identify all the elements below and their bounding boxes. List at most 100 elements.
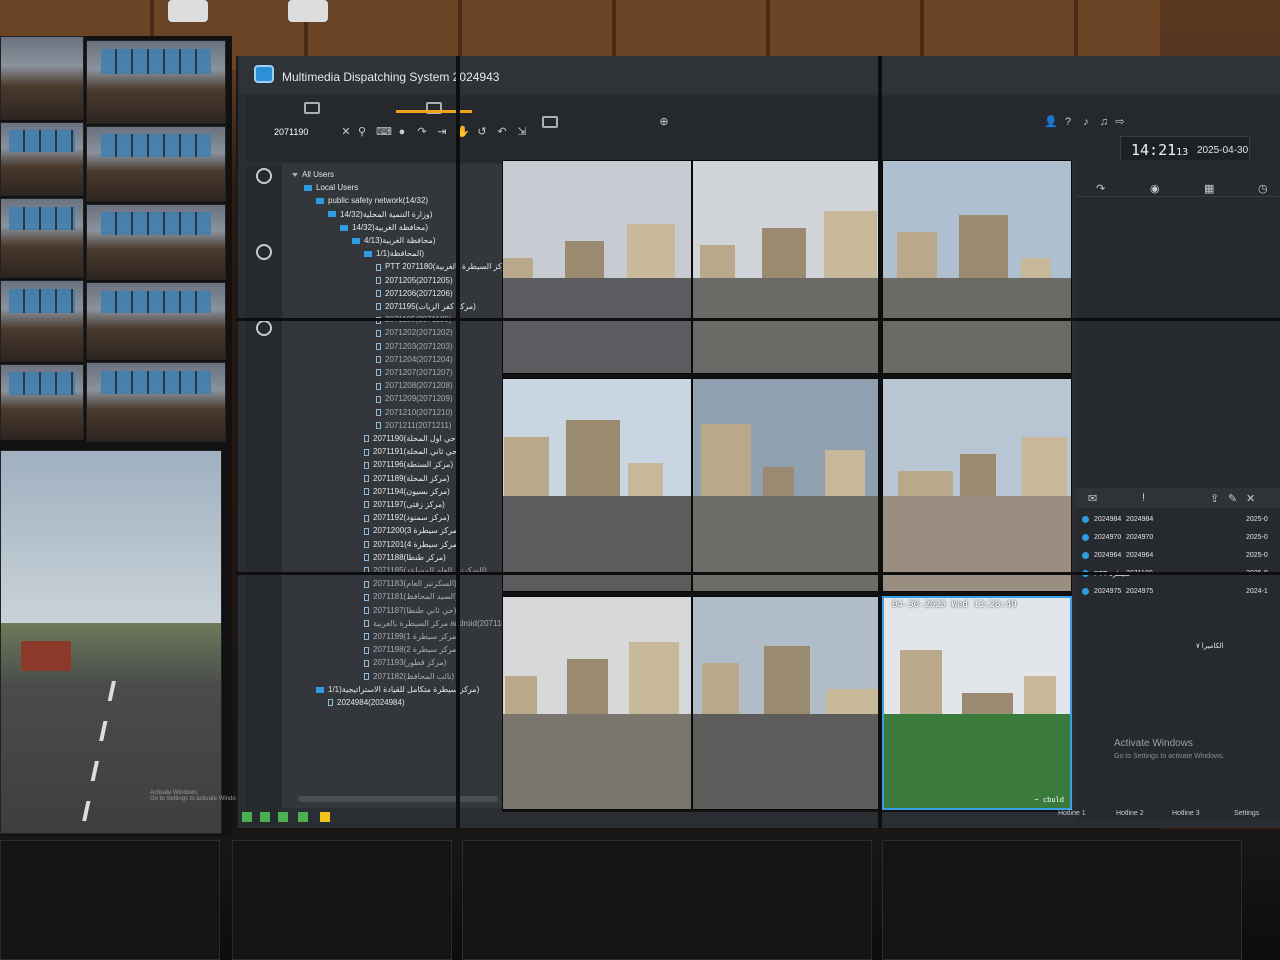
tree-node[interactable]: 2024984(2024984) — [328, 698, 405, 707]
device-icon — [364, 448, 369, 456]
search-icon[interactable]: ⚲ — [356, 126, 368, 138]
camera-feed[interactable] — [882, 160, 1072, 374]
tree-node[interactable]: 2071192(مركز سمنود) — [364, 513, 449, 522]
cctv-tile — [86, 40, 226, 124]
close-icon[interactable]: ✕ — [340, 126, 352, 138]
undo-icon[interactable]: ↶ — [496, 126, 508, 138]
help-icon[interactable]: ? — [1062, 116, 1074, 128]
device-icon — [364, 580, 369, 588]
list-item[interactable]: 2024970 2024970 2025-0 — [1076, 530, 1280, 547]
message-icon[interactable]: ✉ — [1088, 492, 1102, 505]
tree-node-label: 2071183(السكرتير العام) — [373, 579, 457, 589]
tree-node[interactable]: 2071193(مركز قطور) — [364, 658, 446, 667]
list-item-id: 2024970 — [1094, 534, 1122, 541]
tree-node[interactable]: 14/32)محافظة الغربية) — [340, 223, 428, 232]
tree-node[interactable]: 2071181(السيد المحافظ) — [364, 592, 458, 601]
tree-node[interactable]: 2071207(2071207) — [376, 368, 453, 377]
tree-node[interactable]: 2071206(2071206) — [376, 289, 453, 298]
add-tab-icon[interactable]: ⊕ — [658, 116, 670, 128]
monitor-tab-icon[interactable] — [542, 116, 558, 128]
contacts-icon[interactable] — [256, 320, 272, 336]
tree-node[interactable]: 2071197(مركز زفتى) — [364, 500, 445, 509]
app-logo-icon — [254, 65, 274, 83]
export-icon[interactable]: ⇪ — [1210, 492, 1224, 505]
tree-node[interactable]: PTT 2071180(مركز السيطرة بالغربية) — [376, 262, 512, 271]
hotline-3-button[interactable]: Hotline 3 — [1172, 810, 1200, 817]
tree-node[interactable]: 4/13)محافظة الغربية) — [352, 236, 436, 245]
list-item[interactable]: 2024964 2024964 2025-0 — [1076, 548, 1280, 565]
tree-node[interactable]: Local Users — [304, 183, 358, 192]
tree-node[interactable]: 2071194(مركز بسيون) — [364, 487, 450, 496]
tree-node[interactable]: 2071199(مركز سيطرة 1) — [364, 632, 459, 641]
tree-node[interactable]: 2071202(2071202) — [376, 328, 453, 337]
tree-node[interactable]: public safety network(14/32) — [316, 196, 428, 205]
tree-node[interactable]: 2071188(مركز طنطا) — [364, 553, 446, 562]
call-tab-icon[interactable]: ↷ — [1096, 182, 1110, 195]
tree-node[interactable]: 2071183(السكرتير العام) — [364, 579, 457, 588]
hangup-icon[interactable]: ↺ — [476, 126, 488, 138]
user-icon[interactable] — [256, 168, 272, 184]
tree-node[interactable]: 2071201(مركز سيطرة 4) — [364, 540, 460, 549]
send-icon[interactable]: ✎ — [1228, 492, 1242, 505]
bezel — [878, 56, 882, 828]
settings-button[interactable]: Settings — [1234, 810, 1259, 817]
tree-node[interactable]: 2071211(2071211) — [376, 421, 451, 430]
tree-node[interactable]: 2071203(2071203) — [376, 342, 453, 351]
call-icon[interactable]: ↷ — [416, 126, 428, 138]
hotline-1-button[interactable]: Hotline 1 — [1058, 810, 1086, 817]
keyboard-icon[interactable]: ⌨ — [376, 126, 392, 138]
tree-node-label: 2071210(2071210) — [385, 407, 453, 417]
exit-icon[interactable]: ⇲ — [516, 126, 528, 138]
tree-node[interactable]: 2071209(2071209) — [376, 394, 453, 403]
user-group-icon[interactable]: 👤 — [1044, 116, 1058, 128]
tree-node[interactable]: 2071182(نائب المحافظ) — [364, 672, 454, 681]
camera-feed[interactable]: 04-30-2025 Wed 13:28:49 ~ cbuld — [882, 596, 1072, 810]
logout-icon[interactable]: ⇨ — [1114, 116, 1126, 128]
tree-node[interactable]: 2071210(2071210) — [376, 408, 453, 417]
tree-node[interactable]: 2071208(2071208) — [376, 381, 453, 390]
tree-node-label: 2071191(حي ثاني المحلة) — [373, 447, 460, 457]
tree-scrollbar[interactable] — [298, 796, 498, 802]
list-item[interactable]: 2024984 2024984 2025-0 — [1076, 512, 1280, 529]
tree-node[interactable]: 2071196(مركز السنطة) — [364, 460, 453, 469]
tree-node[interactable]: 2071198(مركز سيطرة 2) — [364, 645, 459, 654]
tree-node[interactable]: 2071189(مركز المحلة) — [364, 474, 449, 483]
camera-feed[interactable] — [692, 160, 882, 374]
camera-feed[interactable] — [692, 378, 882, 592]
camera-feed[interactable] — [502, 160, 692, 374]
layout-tab-icon[interactable]: ▦ — [1204, 182, 1218, 195]
tree-node[interactable]: 2071190(حي اول المحلة) — [364, 434, 458, 443]
list-item[interactable]: 2024975 2024975 2024-1 — [1076, 584, 1280, 601]
tree-node[interactable]: 14/32)وزارة التنمية المحلية) — [328, 210, 432, 219]
tree-node[interactable]: 2071200(مركز سيطرة 3) — [364, 526, 460, 535]
tree-node[interactable]: مركز السيطرة بالغربية android(2071184) — [364, 619, 512, 628]
hotline-2-button[interactable]: Hotline 2 — [1116, 810, 1144, 817]
alert-icon[interactable]: ! — [1142, 492, 1156, 504]
camera-feed[interactable] — [502, 596, 692, 810]
camera-feed[interactable] — [882, 378, 1072, 592]
tree-node-label: 2071196(مركز السنطة) — [373, 460, 454, 470]
resources-tab-icon[interactable] — [304, 102, 320, 114]
history-tab-icon[interactable]: ◷ — [1258, 182, 1272, 195]
tree-node-label: 2071198(مركز سيطرة 2) — [373, 645, 459, 655]
map-icon[interactable] — [256, 244, 272, 260]
tree-node[interactable]: 1/1)مركز سيطرة متكامل للقيادة الاستراتيج… — [316, 685, 479, 694]
tree-node[interactable]: 2071187(حي ثاني طنطا) — [364, 606, 456, 615]
tree-node[interactable]: 2071191(حي ثاني المحلة) — [364, 447, 460, 456]
volume-icon[interactable]: ♪ — [1080, 116, 1092, 128]
grid-icon[interactable] — [320, 812, 330, 822]
tree-node[interactable]: 2071195(مركز كفر الزيات) — [376, 302, 476, 311]
camera-tab-icon[interactable]: ◉ — [1150, 182, 1164, 195]
bell-icon[interactable]: ♫ — [1098, 116, 1110, 128]
tree-node[interactable]: 1/1)المحافظة) — [364, 249, 424, 258]
highway-camera-tile — [0, 450, 222, 834]
camera-feed[interactable] — [502, 378, 692, 592]
forward-icon[interactable]: ⇥ — [436, 126, 448, 138]
tree-node[interactable]: 2071205(2071205) — [376, 276, 453, 285]
camera-feed[interactable] — [692, 596, 882, 810]
tree-node[interactable]: 2071204(2071204) — [376, 355, 453, 364]
tree-node-label: 2071195(مركز كفر الزيات) — [385, 302, 476, 311]
mic-icon[interactable]: ● — [396, 126, 408, 138]
tree-node[interactable]: All Users — [292, 170, 334, 179]
delete-icon[interactable]: ✕ — [1246, 492, 1260, 505]
